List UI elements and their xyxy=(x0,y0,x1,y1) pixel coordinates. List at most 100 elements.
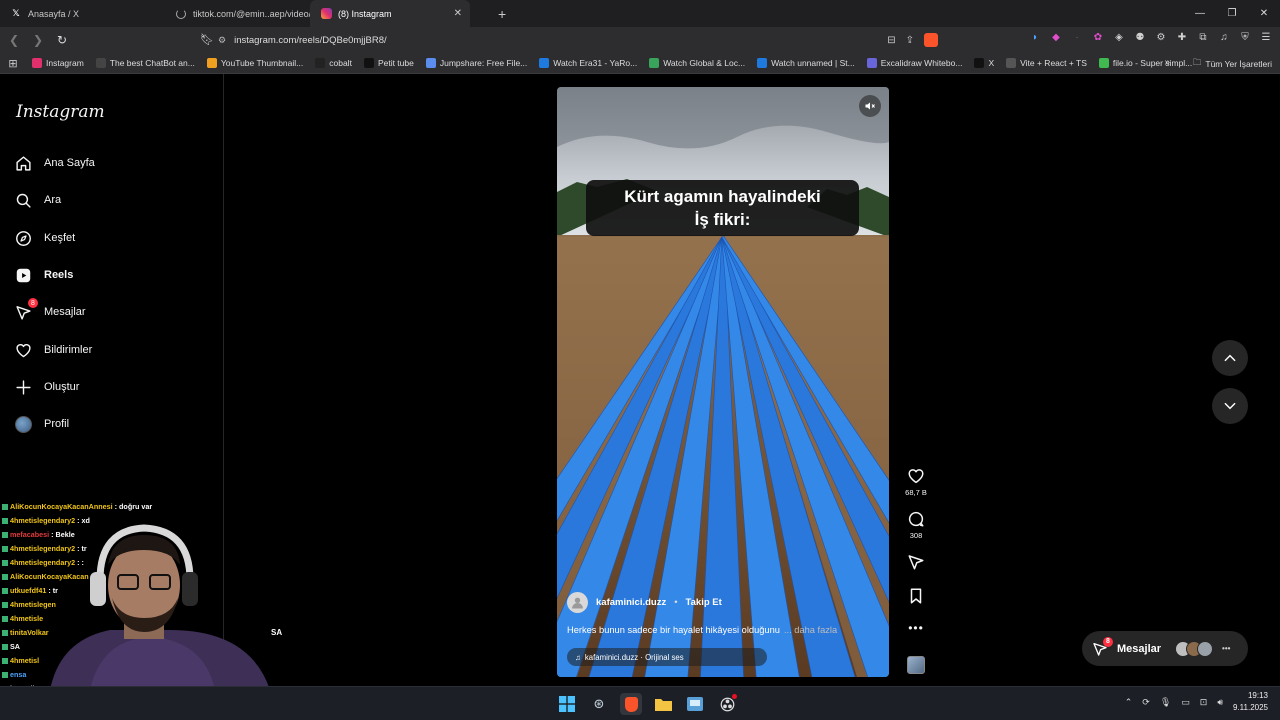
like-action[interactable]: 68,7 B xyxy=(901,467,931,497)
window-controls: — ❐ ✕ xyxy=(1184,0,1280,27)
network-icon[interactable]: ⊡ xyxy=(1200,697,1208,708)
extension-icon[interactable]: ⚙ xyxy=(1155,32,1167,43)
notification-badge: 8 xyxy=(1103,636,1113,647)
restore-button[interactable]: ❐ xyxy=(1216,0,1248,27)
sidebar-icon[interactable]: ⧉ xyxy=(1197,32,1209,43)
address-bar-row: ❮ ❯ ↻ 🔖︎ ⚙ instagram.com/reels/DQBe0mjjB… xyxy=(0,27,1280,53)
reel-video[interactable]: Kürt agamın hayalindeki İş fikri: kafami… xyxy=(557,87,889,677)
display-icon[interactable]: ▭ xyxy=(1181,697,1190,708)
install-app-icon[interactable]: ⊟ xyxy=(887,35,895,46)
chat-username: mefacabesi xyxy=(10,530,50,539)
chat-badge-icon xyxy=(2,518,8,525)
messenger-icon: 8 xyxy=(14,298,38,321)
reel-video-frame xyxy=(557,87,889,677)
audio-thumbnail[interactable] xyxy=(907,656,925,674)
sidebar-item-home[interactable]: Ana Sayfa xyxy=(14,154,95,172)
reel-description: Herkes bunun sadece bir hayalet hikâyesi… xyxy=(567,625,838,635)
sidebar-item-search[interactable]: Ara xyxy=(14,191,61,209)
brave-browser-icon[interactable] xyxy=(620,693,642,715)
sync-icon[interactable]: ⟳ xyxy=(1142,697,1150,708)
extension-icon[interactable]: · xyxy=(1071,32,1083,43)
chat-badge-icon xyxy=(2,672,8,679)
mute-toggle-button[interactable] xyxy=(859,95,881,117)
brave-shields-icon[interactable] xyxy=(924,33,938,47)
messages-pill[interactable]: 8 Mesajlar ••• xyxy=(1082,631,1248,666)
reel-audio[interactable]: ♫ kafaminici.duzz · Orijinal ses xyxy=(567,648,767,666)
site-info-icon[interactable]: ⚙ xyxy=(218,35,226,46)
sidebar-item-notifications[interactable]: Bildirimler xyxy=(14,341,92,359)
omnibox[interactable]: 🔖︎ ⚙ instagram.com/reels/DQBe0mjjBR8/ ⊟ … xyxy=(200,30,938,50)
close-window-button[interactable]: ✕ xyxy=(1248,0,1280,27)
follow-button[interactable]: Takip Et xyxy=(686,597,722,608)
more-bookmarks-icon[interactable]: » xyxy=(1164,57,1170,68)
bookmark-favicon-icon xyxy=(425,58,436,68)
tray-overflow-icon[interactable]: ⌃ xyxy=(1125,697,1133,708)
system-clock[interactable]: 19:13 9.11.2025 xyxy=(1233,690,1268,714)
back-button[interactable]: ❮ xyxy=(4,30,24,50)
file-explorer-icon[interactable] xyxy=(652,693,674,715)
extension-icon[interactable]: ✿ xyxy=(1092,32,1104,43)
sidebar-item-create[interactable]: Oluştur xyxy=(14,378,79,396)
sidebar-item-reels[interactable]: Reels xyxy=(14,266,73,284)
app-icon[interactable] xyxy=(684,693,706,715)
microphone-icon[interactable]: 🎙︎ xyxy=(1160,697,1171,708)
bookmark-item[interactable]: Vite + React + TS xyxy=(1000,58,1093,68)
bookmark-item[interactable]: The best ChatBot an... xyxy=(90,58,201,68)
steam-icon[interactable]: ⊛ xyxy=(588,693,610,715)
url-text[interactable]: instagram.com/reels/DQBe0mjjBR8/ xyxy=(234,35,387,46)
bookmark-item[interactable]: file.io - Super simpl... xyxy=(1093,58,1198,68)
extension-icon[interactable]: ◆ xyxy=(1050,32,1062,43)
save-action[interactable] xyxy=(901,587,931,605)
sidebar-item-profile[interactable]: Profil xyxy=(14,415,69,433)
chat-username: AliKocunKocayaKacanAnnesi xyxy=(10,502,113,511)
user-icon xyxy=(572,597,583,609)
next-reel-button[interactable] xyxy=(1212,388,1248,424)
share-icon[interactable]: ⇪ xyxy=(906,35,914,46)
minimize-button[interactable]: — xyxy=(1184,0,1216,27)
new-tab-button[interactable]: + xyxy=(498,6,506,22)
close-tab-icon[interactable]: ✕ xyxy=(454,8,462,19)
start-menu-icon[interactable] xyxy=(556,693,578,715)
bookmark-item[interactable]: Watch Global & Loc... xyxy=(643,58,751,68)
sidebar-item-messages[interactable]: 8 Mesajlar xyxy=(14,298,86,321)
previous-reel-button[interactable] xyxy=(1212,340,1248,376)
reload-button[interactable]: ↻ xyxy=(52,30,72,50)
author-username[interactable]: kafaminici.duzz xyxy=(596,597,666,608)
bookmark-item[interactable]: Petit tube xyxy=(358,58,420,68)
comment-action[interactable]: 308 xyxy=(901,510,931,540)
media-icon[interactable]: ♫ xyxy=(1218,32,1230,43)
bookmark-item[interactable]: X xyxy=(968,58,1000,68)
bookmark-item[interactable]: cobalt xyxy=(309,58,358,68)
chat-badge-icon xyxy=(2,644,8,651)
all-bookmarks-folder[interactable]: 🗀︎ Tüm Yer İşaretleri xyxy=(1193,57,1272,71)
bookmark-item[interactable]: Jumpshare: Free File... xyxy=(420,58,533,68)
menu-icon[interactable]: ☰ xyxy=(1260,32,1272,43)
share-action[interactable] xyxy=(901,553,931,571)
bookmark-item[interactable]: Watch Era31 - YaRo... xyxy=(533,58,643,68)
more-options-action[interactable]: ••• xyxy=(901,621,931,635)
extension-icon[interactable]: ◗ xyxy=(1029,32,1041,43)
browser-tab-x[interactable]: 𝕏 Anasayfa / X xyxy=(0,0,165,27)
extension-icon[interactable]: ⚉ xyxy=(1134,32,1146,43)
vpn-icon[interactable]: ⛨ xyxy=(1239,32,1251,43)
apps-grid-icon[interactable]: ⊞ xyxy=(0,57,26,70)
browser-tab-instagram[interactable]: (8) Instagram ✕ xyxy=(310,0,470,27)
instagram-logo[interactable]: Instagram xyxy=(16,102,105,122)
chat-badge-icon xyxy=(2,602,8,609)
extension-icon[interactable]: ◈ xyxy=(1113,32,1125,43)
folder-icon: 🗀︎ xyxy=(1192,57,1202,67)
bookmark-item[interactable]: Excalidraw Whitebo... xyxy=(861,58,969,68)
more-link[interactable]: ... daha fazla xyxy=(784,625,837,635)
bookmark-icon[interactable]: 🔖︎ xyxy=(200,33,214,46)
forward-button[interactable]: ❯ xyxy=(28,30,48,50)
chat-message: mefacabesi : Bekle xyxy=(2,528,202,542)
author-avatar[interactable] xyxy=(567,592,588,613)
extensions-puzzle-icon[interactable]: ✚ xyxy=(1176,32,1188,43)
bookmark-item[interactable]: YouTube Thumbnail... xyxy=(201,58,309,68)
obs-icon[interactable] xyxy=(716,693,738,715)
bookmark-item[interactable]: Watch unnamed | St... xyxy=(751,58,861,68)
browser-tab-tiktok[interactable]: tiktok.com/@emin..aep/video/755 xyxy=(165,0,310,27)
sidebar-item-explore[interactable]: Keşfet xyxy=(14,229,75,247)
bookmark-item[interactable]: Instagram xyxy=(26,58,90,68)
volume-icon[interactable]: 🔊︎ xyxy=(1217,697,1223,708)
